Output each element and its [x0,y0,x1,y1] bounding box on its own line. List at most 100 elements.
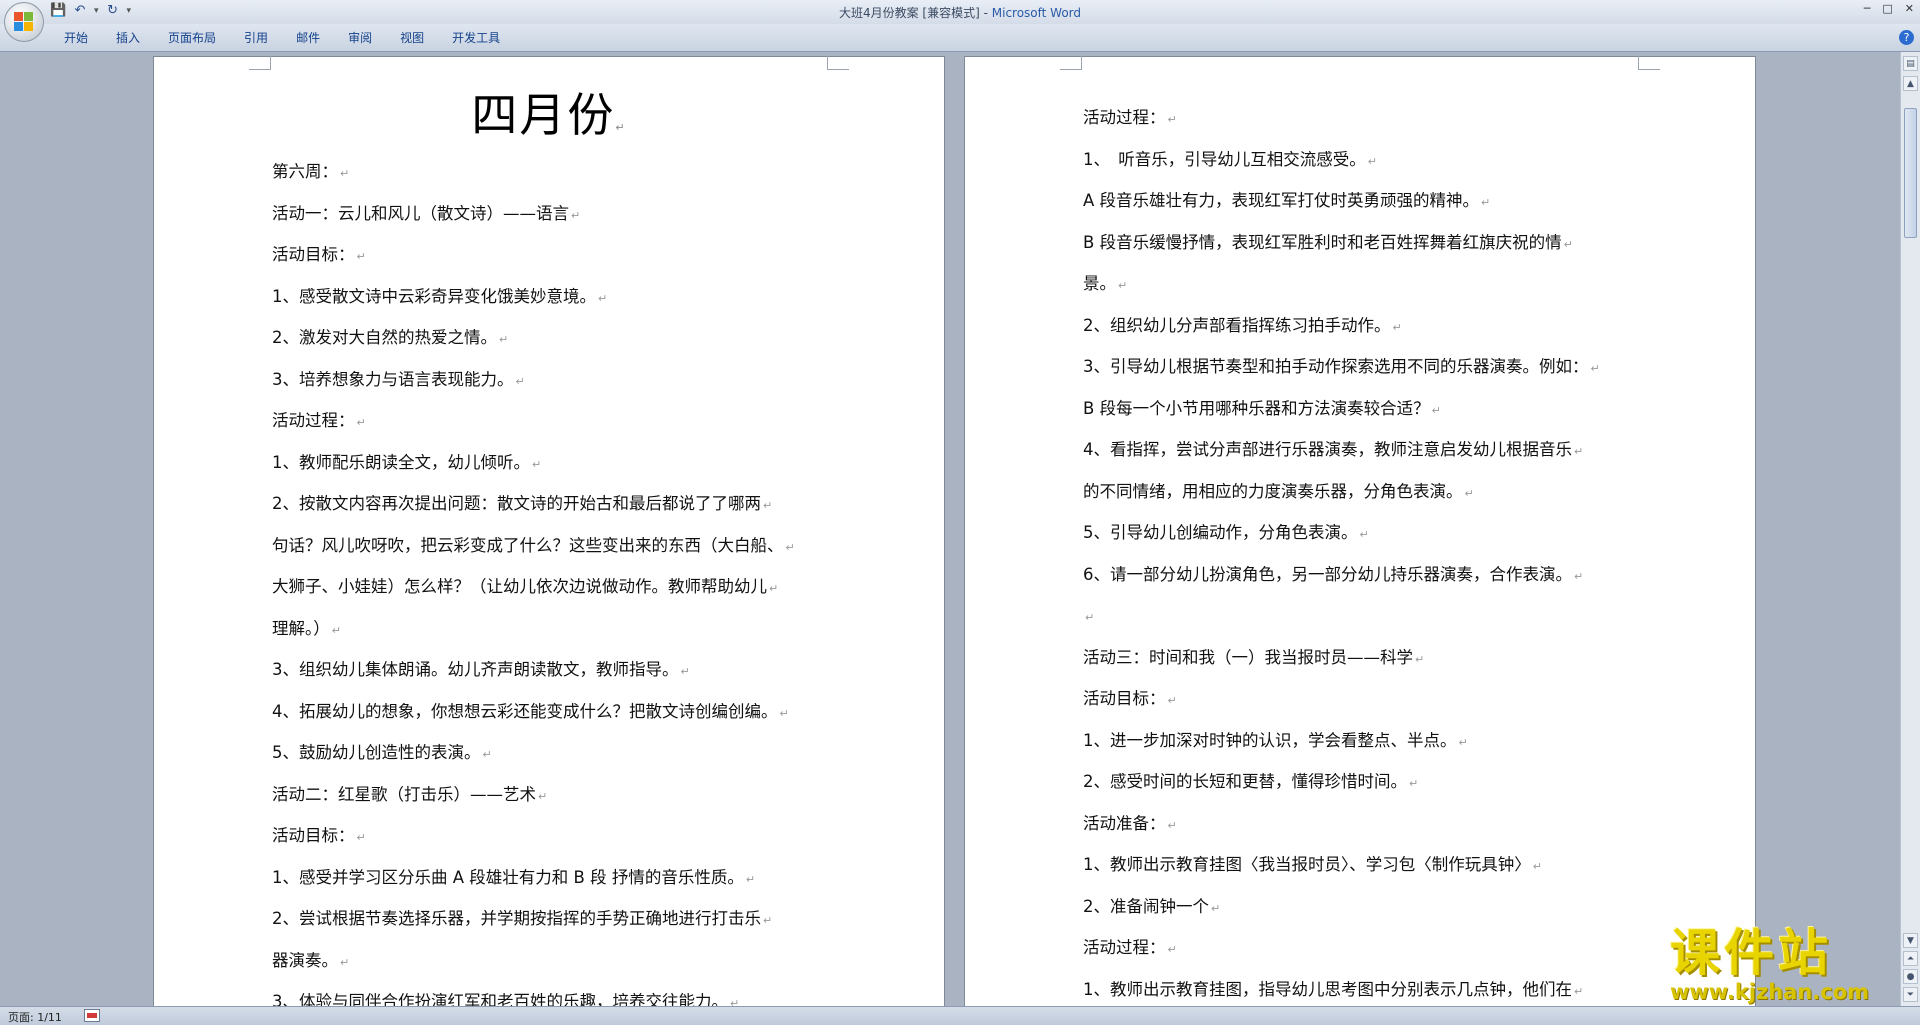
text-line: 活动目标： ↵ [272,815,852,857]
text-line: 活动准备： ↵ [1083,803,1663,845]
text-line: 2、感受时间的长短和更替，懂得珍惜时间。 ↵ [1083,761,1663,803]
line-text: 2、组织幼儿分声部看指挥练习拍手动作。 [1083,315,1391,335]
paragraph-mark-icon: ↵ [1431,403,1441,417]
window-title: 大班4月份教案 [兼容模式] - Microsoft Word [0,4,1920,21]
paragraph-mark-icon: ↵ [1532,860,1542,873]
text-line: 活动过程： ↵ [1083,927,1663,969]
tab-insert[interactable]: 插入 [102,30,154,46]
minimize-button[interactable]: ─ [1864,2,1871,15]
tab-mailings[interactable]: 邮件 [282,30,334,46]
text-line: 4、看指挥，尝试分声部进行乐器演奏，教师注意启发幼儿根据音乐 ↵ [1083,429,1663,471]
paragraph-mark-icon: ↵ [1409,777,1419,790]
line-text: 活动一：云儿和风儿（散文诗）——语言 [272,203,569,223]
line-text: 1、教师出示教育挂图，指导幼儿思考图中分别表示几点钟，他们在 [1083,979,1572,999]
select-browse-object-icon[interactable]: ● [1903,969,1918,984]
help-icon[interactable]: ? [1899,30,1914,45]
line-text: 3、培养想象力与语言表现能力。 [272,369,514,389]
previous-page-icon[interactable]: ⏶ [1903,951,1918,966]
text-line: 句话？风儿吹呀吹，把云彩变成了什么？这些变出来的东西（大白船、 ↵ [272,525,852,567]
line-text: 6、请一部分幼儿扮演角色，另一部分幼儿持乐器演奏，合作表演。 [1083,564,1572,584]
paragraph-mark-icon: ↵ [745,872,756,886]
office-logo-icon [14,12,34,32]
line-text: B 段每一个小节用哪种乐器和方法演奏较合适？ [1083,398,1430,418]
paragraph-mark-icon: ↵ [356,831,366,844]
tab-page-layout[interactable]: 页面布局 [154,30,230,46]
line-text: 大狮子、小娃娃）怎么样？（让幼儿依次边说做动作。教师帮助幼儿 [272,577,767,596]
text-line: 第六周： ↵ [272,151,852,193]
ribbon-tabs-bar: 开始 插入 页面布局 引用 邮件 审阅 视图 开发工具 ? [0,24,1920,52]
tab-review[interactable]: 审阅 [334,30,386,46]
scroll-thumb[interactable] [1904,108,1917,238]
line-text: 4、看指挥，尝试分声部进行乐器演奏，教师注意启发幼儿根据音乐 [1083,440,1572,459]
text-line: 1、感受并学习区分乐曲 A 段雄壮有力和 B 段 抒情的音乐性质。 ↵ [272,857,852,899]
vertical-scrollbar[interactable]: ▤ ▲ ▼ ⏶ ● ⏷ [1900,52,1920,1006]
tab-developer[interactable]: 开发工具 [438,30,514,46]
text-line: 5、鼓励幼儿创造性的表演。 ↵ [272,732,852,774]
office-button[interactable] [4,2,44,42]
document-name: 大班4月份教案 [兼容模式] - [838,6,992,20]
next-page-icon[interactable]: ⏷ [1903,987,1918,1002]
paragraph-mark-icon: ↵ [785,540,795,554]
line-text: 5、引导幼儿创编动作，分角色表演。 [1083,523,1358,542]
watermark-logo: 课件站 www.kjzhan.com [1670,925,1896,1009]
document-page-right[interactable]: 活动过程： ↵ 1、 听音乐，引导幼儿互相交流感受。 ↵ A 段音乐雄壮有力，表现红军… [964,56,1756,1006]
tab-view[interactable]: 视图 [386,30,438,46]
text-line: 3、引导幼儿根据节奏型和拍手动作探索选用不同的乐器演奏。例如： ↵ [1083,346,1663,388]
text-line: 5、引导幼儿创编动作，分角色表演。 ↵ [1083,512,1663,554]
paragraph-mark-icon: ↵ [1167,818,1177,832]
text-line: 1、 听音乐，引导幼儿互相交流感受。 ↵ [1083,139,1663,181]
crop-mark [827,56,849,70]
text-line: 2、准备闹钟一个 ↵ [1083,886,1663,928]
paragraph-mark-icon: ↵ [1590,362,1600,375]
line-text: 理解。） [272,618,330,638]
line-text: 1、感受并学习区分乐曲 A 段雄壮有力和 B 段 抒情的音乐性质。 [272,867,744,887]
view-ruler-icon[interactable]: ▤ [1903,56,1918,71]
text-line: 的不同情绪，用相应的力度演奏乐器，分角色表演。 ↵ [1083,471,1663,513]
text-line: 器演奏。 ↵ [272,940,852,982]
watermark-url: www.kjzhan.com [1670,980,1870,1004]
scroll-up-icon[interactable]: ▲ [1903,76,1918,91]
text-line: 1、感受散文诗中云彩奇异变化饿美妙意境。 ↵ [272,276,852,318]
line-text: 3、组织幼儿集体朗诵。幼儿齐声朗读散文，教师指导。 [272,660,679,679]
close-button[interactable]: ✕ [1905,2,1914,15]
paragraph-mark-icon: ↵ [680,665,690,678]
paragraph-mark-icon: ↵ [499,333,509,346]
text-line: 2、激发对大自然的热爱之情。 ↵ [272,317,852,359]
tab-home[interactable]: 开始 [50,30,102,46]
scroll-down-icon[interactable]: ▼ [1903,933,1918,948]
text-line: 活动目标： ↵ [1083,678,1663,720]
line-text: 1、教师配乐朗读全文，幼儿倾听。 [272,452,530,472]
line-text: 活动过程： [1083,938,1166,957]
proofing-icon[interactable] [84,1009,100,1022]
crop-mark [1060,56,1082,70]
text-line: 大狮子、小娃娃）怎么样？（让幼儿依次边说做动作。教师帮助幼儿 ↵ [272,566,852,608]
paragraph-mark-icon: ↵ [1392,320,1402,334]
paragraph-mark-icon: ↵ [340,955,350,969]
paragraph-mark-icon: ↵ [515,374,525,388]
paragraph-mark-icon: ↵ [730,997,740,1006]
paragraph-mark-icon: ↵ [482,748,492,761]
paragraph-mark-icon: ↵ [1464,486,1474,500]
text-line: B 段音乐缓慢抒情，表现红军胜利时和老百姓挥舞着红旗庆祝的情 ↵ [1083,222,1663,264]
text-line: 2、组织幼儿分声部看指挥练习拍手动作。 ↵ [1083,305,1663,347]
tab-references[interactable]: 引用 [230,30,282,46]
line-text: 活动过程： [1083,108,1166,127]
text-line: 1、教师出示教育挂图，指导幼儿思考图中分别表示几点钟，他们在 ↵ [1083,969,1663,1007]
text-line: 活动过程： ↵ [1083,97,1663,139]
paragraph-mark-icon: ↵ [532,457,542,471]
text-line: 3、组织幼儿集体朗诵。幼儿齐声朗读散文，教师指导。 ↵ [272,649,852,691]
paragraph-mark-icon: ↵ [1167,113,1177,126]
paragraph-mark-icon: ↵ [779,706,789,720]
paragraph-mark-icon: ↵ [1085,611,1095,624]
text-line: 2、按散文内容再次提出问题：散文诗的开始古和最后都说了了哪两 ↵ [272,483,852,525]
line-text: B 段音乐缓慢抒情，表现红军胜利时和老百姓挥舞着红旗庆祝的情 [1083,232,1562,252]
document-page-left[interactable]: 四月份↵ 第六周： ↵ 活动一：云儿和风儿（散文诗）——语言 ↵ 活动目标： ↵ 1、感受散… [153,56,945,1006]
left-page-text: 第六周： ↵ 活动一：云儿和风儿（散文诗）——语言 ↵ 活动目标： ↵ 1、感受散文诗中云彩… [272,151,852,1006]
restore-button[interactable]: □ [1882,2,1892,15]
window-controls: ─ □ ✕ [1864,2,1914,15]
document-area: 四月份↵ 第六周： ↵ 活动一：云儿和风儿（散文诗）——语言 ↵ 活动目标： ↵ 1、感受散… [0,52,1900,1006]
paragraph-mark-icon: ↵ [1367,154,1377,168]
page-count[interactable]: 页面: 1/11 [8,1009,62,1025]
line-text: 活动准备： [1083,813,1166,833]
line-text: A 段音乐雄壮有力，表现红军打仗时英勇顽强的精神。 [1083,191,1480,210]
